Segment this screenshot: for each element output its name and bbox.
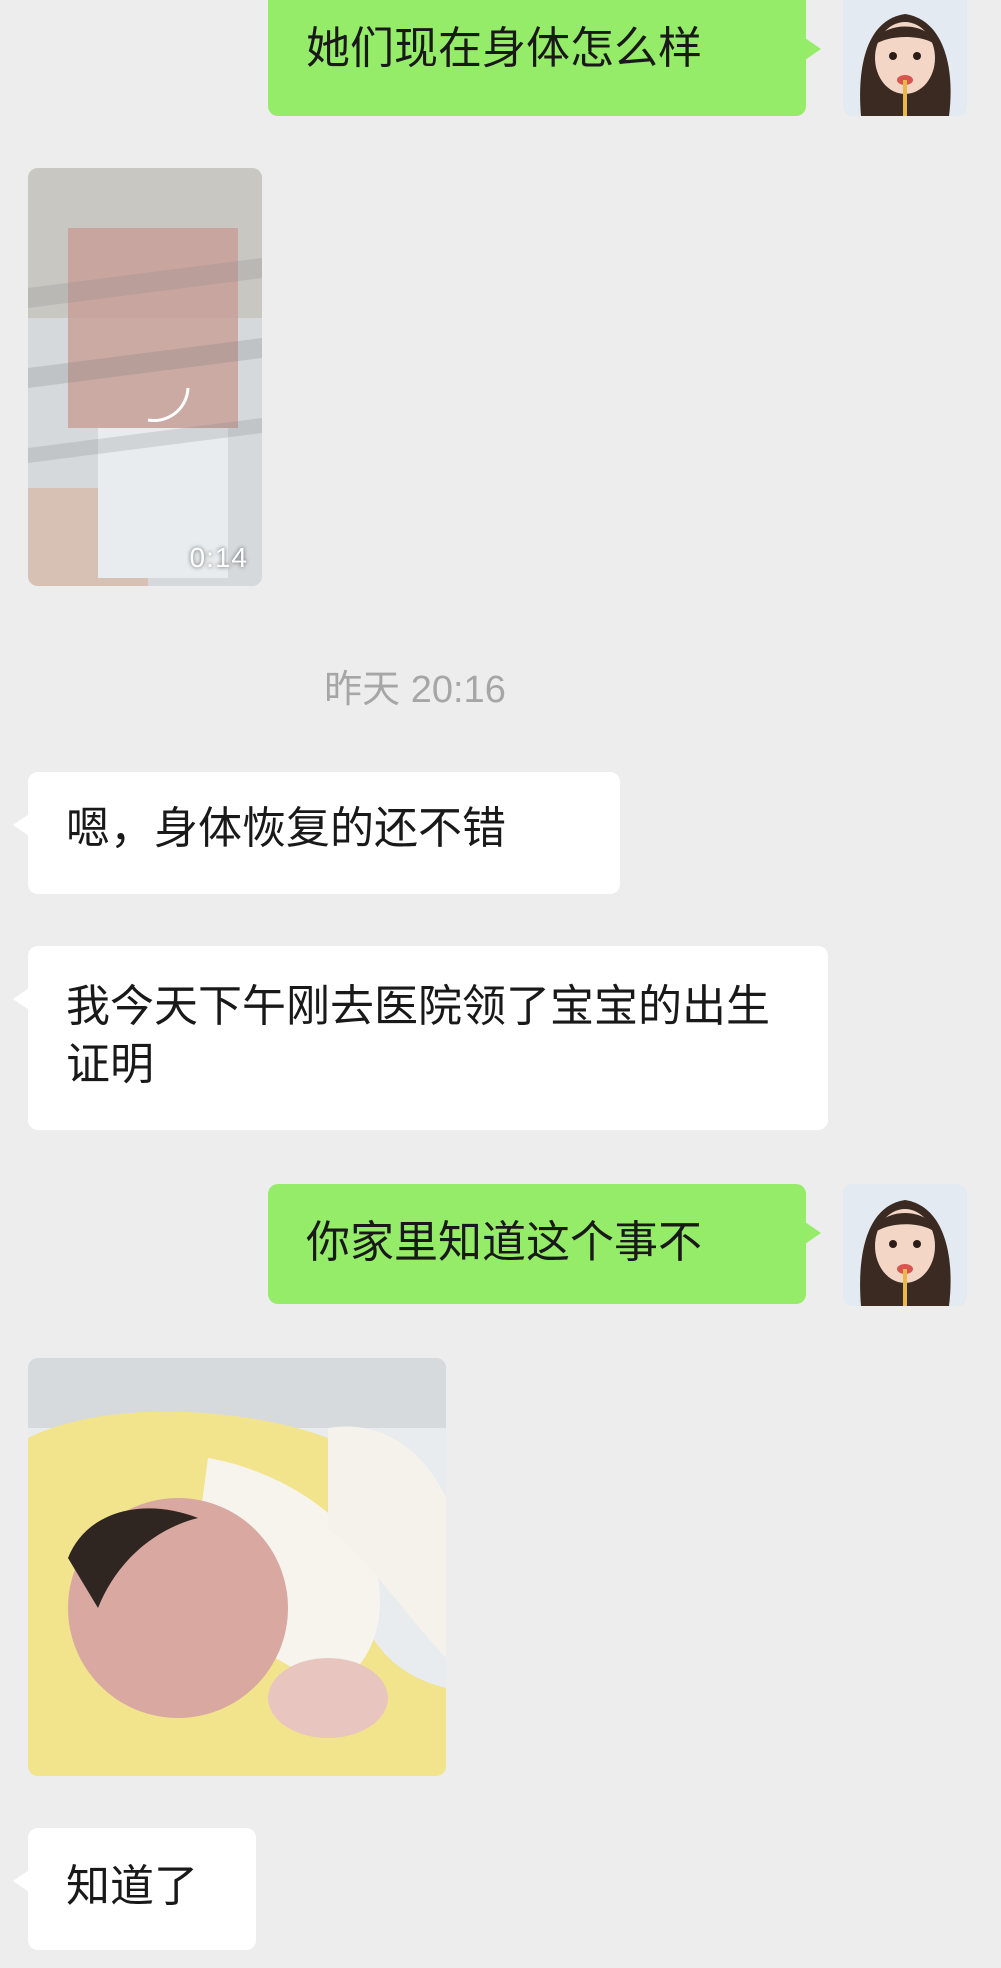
chat-area: 她们现在身体怎么样 0:14 昨天 20:16 嗯，身体恢复的还不错 我今天下午… xyxy=(0,0,1001,1968)
user-avatar-icon xyxy=(843,1184,967,1306)
message-text: 她们现在身体怎么样 xyxy=(306,23,702,74)
message-text: 我今天下午刚去医院领了宝宝的出生证明 xyxy=(66,981,770,1090)
video-duration: 0:14 xyxy=(189,542,248,573)
user-avatar[interactable] xyxy=(843,1184,967,1306)
incoming-message-bubble[interactable]: 知道了 xyxy=(13,1828,256,1950)
message-text: 知道了 xyxy=(66,1861,198,1912)
video-message[interactable]: 0:14 xyxy=(28,168,262,586)
incoming-message-bubble[interactable]: 我今天下午刚去医院领了宝宝的出生证明 xyxy=(13,946,828,1130)
message-text: 你家里知道这个事不 xyxy=(306,1217,702,1268)
message-text: 嗯，身体恢复的还不错 xyxy=(66,803,506,854)
image-message[interactable] xyxy=(28,1358,446,1776)
user-avatar-icon xyxy=(843,0,967,116)
outgoing-message-bubble[interactable]: 你家里知道这个事不 xyxy=(268,1184,821,1304)
blurred-baby-photo-icon xyxy=(28,1358,446,1776)
incoming-message-bubble[interactable]: 嗯，身体恢复的还不错 xyxy=(13,772,620,894)
blurred-video-thumbnail-icon xyxy=(28,168,262,586)
timestamp: 昨天 20:16 xyxy=(324,669,506,711)
outgoing-message-bubble[interactable]: 她们现在身体怎么样 xyxy=(268,0,821,116)
user-avatar[interactable] xyxy=(843,0,967,116)
